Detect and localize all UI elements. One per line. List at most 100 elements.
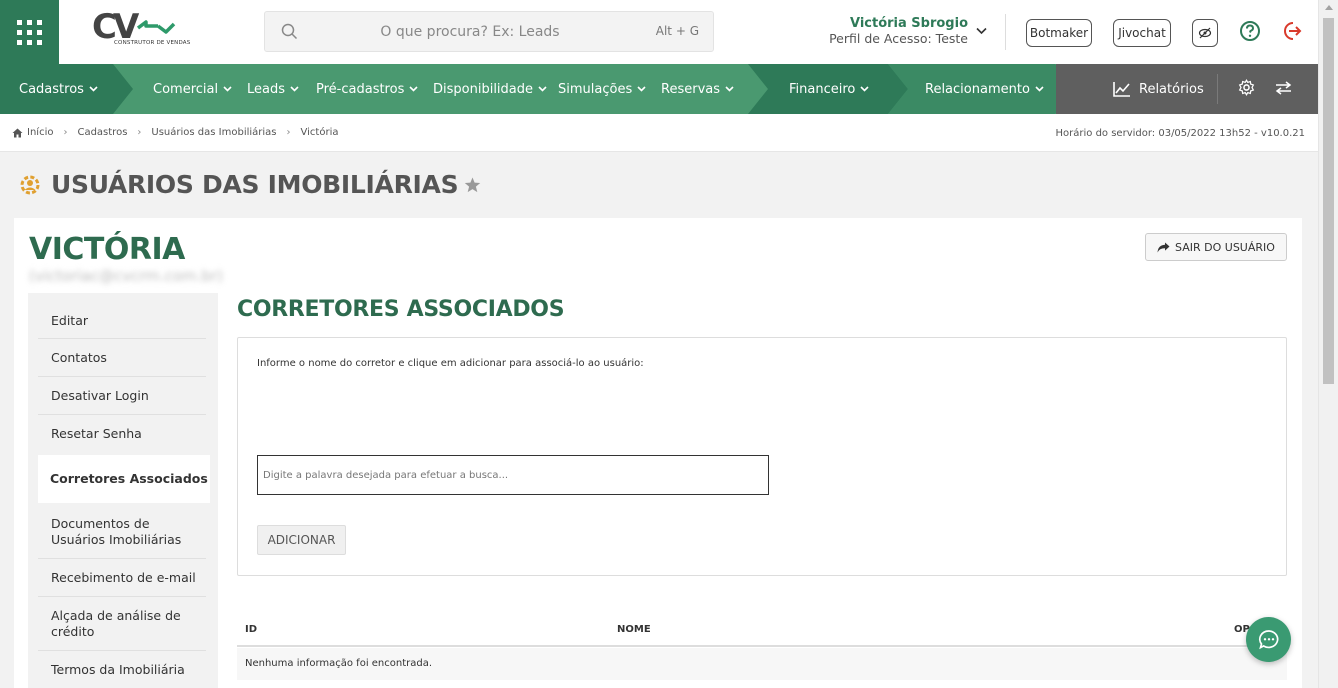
broker-search-input[interactable] bbox=[257, 455, 769, 495]
nav-leads[interactable]: Leads bbox=[247, 64, 299, 114]
page-title: USUÁRIOS DAS IMOBILIÁRIAS bbox=[51, 170, 459, 199]
side-item-label: Documentos de Usuários Imobiliárias bbox=[51, 515, 182, 547]
chart-line-icon bbox=[1113, 82, 1130, 97]
chevron-down-icon bbox=[223, 86, 232, 92]
side-item-alcada-credito[interactable]: Alçada de análise de crédito bbox=[38, 597, 206, 651]
nav-comercial[interactable]: Comercial bbox=[153, 64, 232, 114]
side-item-contatos[interactable]: Contatos bbox=[38, 339, 206, 377]
chat-button[interactable] bbox=[1246, 617, 1291, 662]
apps-grid-icon[interactable] bbox=[0, 0, 59, 64]
side-item-label: Contatos bbox=[51, 349, 107, 365]
chevron-down-icon bbox=[290, 86, 299, 92]
nav-pre-cadastros[interactable]: Pré-cadastros bbox=[316, 64, 418, 114]
nav-label: Comercial bbox=[153, 81, 219, 97]
form-hint: Informe o nome do corretor e clique em a… bbox=[257, 358, 644, 369]
nav-relatorios[interactable]: Relatórios bbox=[1113, 64, 1204, 114]
nav-label: Cadastros bbox=[19, 81, 84, 97]
chevron-down-icon bbox=[89, 86, 98, 92]
search-icon bbox=[281, 23, 298, 40]
search-input[interactable] bbox=[305, 12, 635, 51]
chevron-down-icon bbox=[637, 86, 646, 92]
logo[interactable]: CV CONSTRUTOR DE VENDAS bbox=[92, 7, 191, 52]
table-empty-row: Nenhuma informação foi encontrada. bbox=[237, 648, 1287, 680]
search-bar[interactable]: Alt + G bbox=[264, 11, 714, 52]
side-item-label: Recebimento de e-mail bbox=[51, 569, 196, 585]
side-item-editar[interactable]: Editar bbox=[38, 303, 206, 339]
server-time: Horário do servidor: 03/05/2022 13h52 - … bbox=[1055, 128, 1305, 139]
logo-tagline: CONSTRUTOR DE VENDAS bbox=[114, 40, 191, 46]
user-display-name: VICTÓRIA bbox=[29, 232, 185, 267]
user-email: (victoriac@cvcrm.com.br) bbox=[29, 267, 223, 285]
nav-label: Simulações bbox=[558, 81, 633, 97]
search-shortcut: Alt + G bbox=[655, 24, 699, 38]
nav-relacionamento[interactable]: Relacionamento bbox=[925, 64, 1044, 114]
jivochat-button[interactable]: Jivochat bbox=[1113, 19, 1171, 47]
nav-cadastros[interactable]: Cadastros bbox=[19, 64, 98, 114]
side-item-corretores-associados[interactable]: Corretores Associados bbox=[38, 455, 210, 503]
side-item-label: Desativar Login bbox=[51, 387, 149, 403]
breadcrumb-current: Victória bbox=[300, 127, 339, 138]
star-icon[interactable] bbox=[464, 177, 481, 193]
logout-icon[interactable] bbox=[1281, 20, 1303, 42]
home-icon bbox=[12, 128, 23, 137]
column-nome[interactable]: NOME bbox=[617, 624, 651, 635]
chevron-right-icon: › bbox=[63, 127, 68, 138]
logout-label: SAIR DO USUÁRIO bbox=[1175, 240, 1275, 254]
scroll-up-icon[interactable] bbox=[1325, 5, 1333, 10]
section-title: CORRETORES ASSOCIADOS bbox=[237, 297, 565, 322]
scrollbar-thumb[interactable] bbox=[1323, 18, 1334, 384]
botmaker-button[interactable]: Botmaker bbox=[1026, 19, 1092, 47]
side-item-label: Alçada de análise de crédito bbox=[51, 607, 181, 639]
eye-slash-button[interactable] bbox=[1192, 19, 1218, 47]
side-item-documentos[interactable]: Documentos de Usuários Imobiliárias bbox=[38, 505, 206, 559]
side-item-resetar-senha[interactable]: Resetar Senha bbox=[38, 415, 206, 453]
user-profile: Perfil de Acesso: Teste bbox=[829, 31, 968, 46]
chevron-down-icon bbox=[1035, 86, 1044, 92]
chevron-down-icon bbox=[725, 86, 734, 92]
logo-wave-icon bbox=[136, 20, 176, 34]
nav-financeiro[interactable]: Financeiro bbox=[789, 64, 869, 114]
side-item-label: Corretores Associados bbox=[50, 471, 208, 486]
logout-user-button[interactable]: SAIR DO USUÁRIO bbox=[1145, 233, 1287, 261]
side-item-termos[interactable]: Termos da Imobiliária bbox=[38, 651, 206, 688]
side-menu: Editar Contatos Desativar Login Resetar … bbox=[28, 293, 218, 688]
main-nav: Cadastros Comercial Leads Pré-cadastros … bbox=[0, 64, 1318, 114]
side-item-label: Resetar Senha bbox=[51, 426, 142, 441]
page-header: USUÁRIOS DAS IMOBILIÁRIAS bbox=[18, 170, 481, 199]
page-scrollbar[interactable] bbox=[1318, 0, 1338, 688]
side-item-label: Editar bbox=[51, 312, 89, 328]
user-gear-icon bbox=[20, 175, 40, 194]
add-button[interactable]: ADICIONAR bbox=[257, 525, 346, 555]
side-item-recebimento-email[interactable]: Recebimento de e-mail bbox=[38, 559, 206, 597]
breadcrumb-usuarios[interactable]: Usuários das Imobiliárias bbox=[151, 127, 276, 138]
chevron-down-icon bbox=[409, 86, 418, 92]
nav-reservas[interactable]: Reservas bbox=[661, 64, 734, 114]
empty-message: Nenhuma informação foi encontrada. bbox=[245, 658, 433, 669]
nav-label: Reservas bbox=[661, 81, 720, 97]
nav-disponibilidade[interactable]: Disponibilidade bbox=[433, 64, 547, 114]
associate-form: Informe o nome do corretor e clique em a… bbox=[237, 337, 1287, 576]
chevron-right-icon: › bbox=[286, 127, 291, 138]
nav-label: Relatórios bbox=[1139, 81, 1204, 97]
user-card: VICTÓRIA (victoriac@cvcrm.com.br) SAIR D… bbox=[14, 218, 1302, 688]
share-icon bbox=[1157, 242, 1170, 252]
user-menu[interactable]: Victória Sbrogio Perfil de Acesso: Teste bbox=[820, 16, 968, 47]
swap-icon[interactable] bbox=[1275, 81, 1292, 95]
nav-label: Leads bbox=[247, 81, 286, 97]
nav-label: Disponibilidade bbox=[433, 81, 534, 97]
help-icon[interactable] bbox=[1239, 20, 1261, 42]
column-id[interactable]: ID bbox=[245, 624, 257, 635]
chevron-down-icon[interactable] bbox=[976, 27, 987, 35]
breadcrumb-cadastros[interactable]: Cadastros bbox=[77, 127, 127, 138]
breadcrumb: Início › Cadastros › Usuários das Imobil… bbox=[12, 127, 338, 138]
breadcrumb-home[interactable]: Início bbox=[27, 127, 53, 138]
nav-label: Pré-cadastros bbox=[316, 81, 405, 97]
divider bbox=[1005, 14, 1006, 50]
user-name: Victória Sbrogio bbox=[849, 16, 968, 31]
side-item-desativar-login[interactable]: Desativar Login bbox=[38, 377, 206, 415]
breadcrumb-bar: Início › Cadastros › Usuários das Imobil… bbox=[0, 114, 1318, 152]
table-header: ID NOME OP bbox=[237, 614, 1287, 647]
nav-simulacoes[interactable]: Simulações bbox=[558, 64, 646, 114]
eye-slash-icon bbox=[1198, 27, 1212, 39]
gear-icon[interactable] bbox=[1238, 79, 1255, 96]
